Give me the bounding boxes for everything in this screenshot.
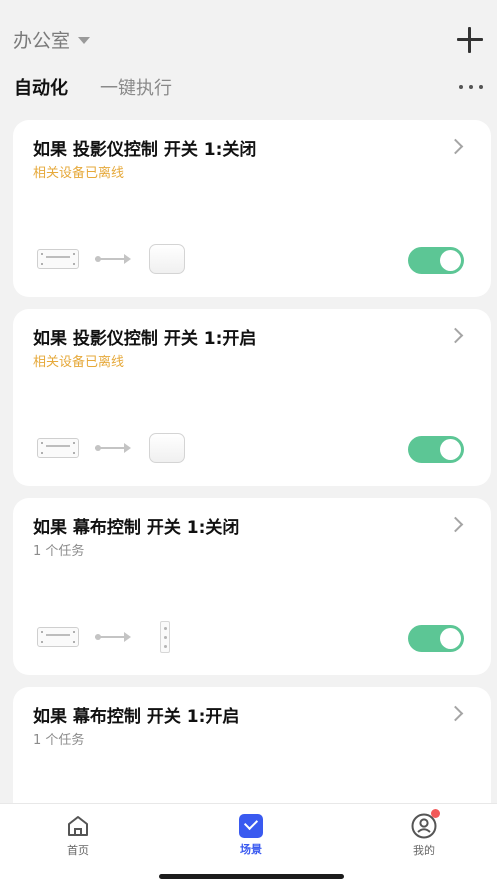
- scene-title: 如果 幕布控制 开关 1:关闭: [33, 518, 240, 538]
- scene-toggle[interactable]: [408, 436, 464, 463]
- scene-status: 相关设备已离线: [33, 166, 125, 181]
- nav-profile-label: 我的: [413, 844, 435, 857]
- box-device-icon: [149, 433, 185, 463]
- top-bar: 办公室: [0, 0, 497, 70]
- scene-check-icon: [239, 814, 263, 838]
- bottom-nav: 首页 场景 我的: [0, 803, 497, 883]
- scene-toggle[interactable]: [408, 625, 464, 652]
- nav-scene[interactable]: 场景: [216, 813, 286, 857]
- chevron-right-icon: [447, 327, 464, 344]
- chevron-right-icon: [447, 516, 464, 533]
- box-device-icon: [149, 244, 185, 274]
- scene-card[interactable]: 如果 投影仪控制 开关 1:开启 相关设备已离线: [13, 309, 491, 486]
- room-name: 办公室: [13, 30, 71, 52]
- switch-device-icon: [37, 249, 79, 269]
- chevron-right-icon: [447, 138, 464, 155]
- scene-tabs: 自动化 一键执行: [14, 74, 204, 100]
- scene-status: 1 个任务: [33, 733, 85, 748]
- scene-flow: [37, 244, 185, 274]
- scene-title: 如果 幕布控制 开关 1:开启: [33, 707, 240, 727]
- notification-badge: [431, 809, 440, 818]
- switch-device-icon: [37, 438, 79, 458]
- arrow-right-icon: [95, 443, 131, 453]
- room-selector[interactable]: 办公室: [13, 26, 91, 53]
- add-scene-button[interactable]: [456, 26, 484, 54]
- scene-flow: [37, 433, 185, 463]
- tab-automation[interactable]: 自动化: [14, 74, 68, 100]
- switch-device-icon: [37, 627, 79, 647]
- nav-scene-label: 场景: [240, 843, 262, 856]
- scene-card[interactable]: 如果 投影仪控制 开关 1:关闭 相关设备已离线: [13, 120, 491, 297]
- nav-home[interactable]: 首页: [43, 813, 113, 858]
- scene-toggle[interactable]: [408, 247, 464, 274]
- tab-one-tap[interactable]: 一键执行: [100, 74, 172, 100]
- home-icon: [65, 813, 91, 839]
- home-indicator: [159, 874, 344, 879]
- scene-title: 如果 投影仪控制 开关 1:开启: [33, 329, 257, 349]
- caret-down-icon: [78, 37, 91, 44]
- scene-card[interactable]: 如果 幕布控制 开关 1:关闭 1 个任务: [13, 498, 491, 675]
- chevron-right-icon: [447, 705, 464, 722]
- scene-title: 如果 投影仪控制 开关 1:关闭: [33, 140, 257, 160]
- arrow-right-icon: [95, 254, 131, 264]
- scene-status: 相关设备已离线: [33, 355, 125, 370]
- strip-device-icon: [160, 621, 170, 653]
- scene-status: 1 个任务: [33, 544, 85, 559]
- nav-profile[interactable]: 我的: [389, 809, 459, 858]
- profile-icon: [410, 809, 440, 839]
- arrow-right-icon: [95, 632, 131, 642]
- more-horizontal-icon[interactable]: [459, 85, 483, 91]
- nav-home-label: 首页: [67, 844, 89, 857]
- scene-flow: [37, 621, 170, 653]
